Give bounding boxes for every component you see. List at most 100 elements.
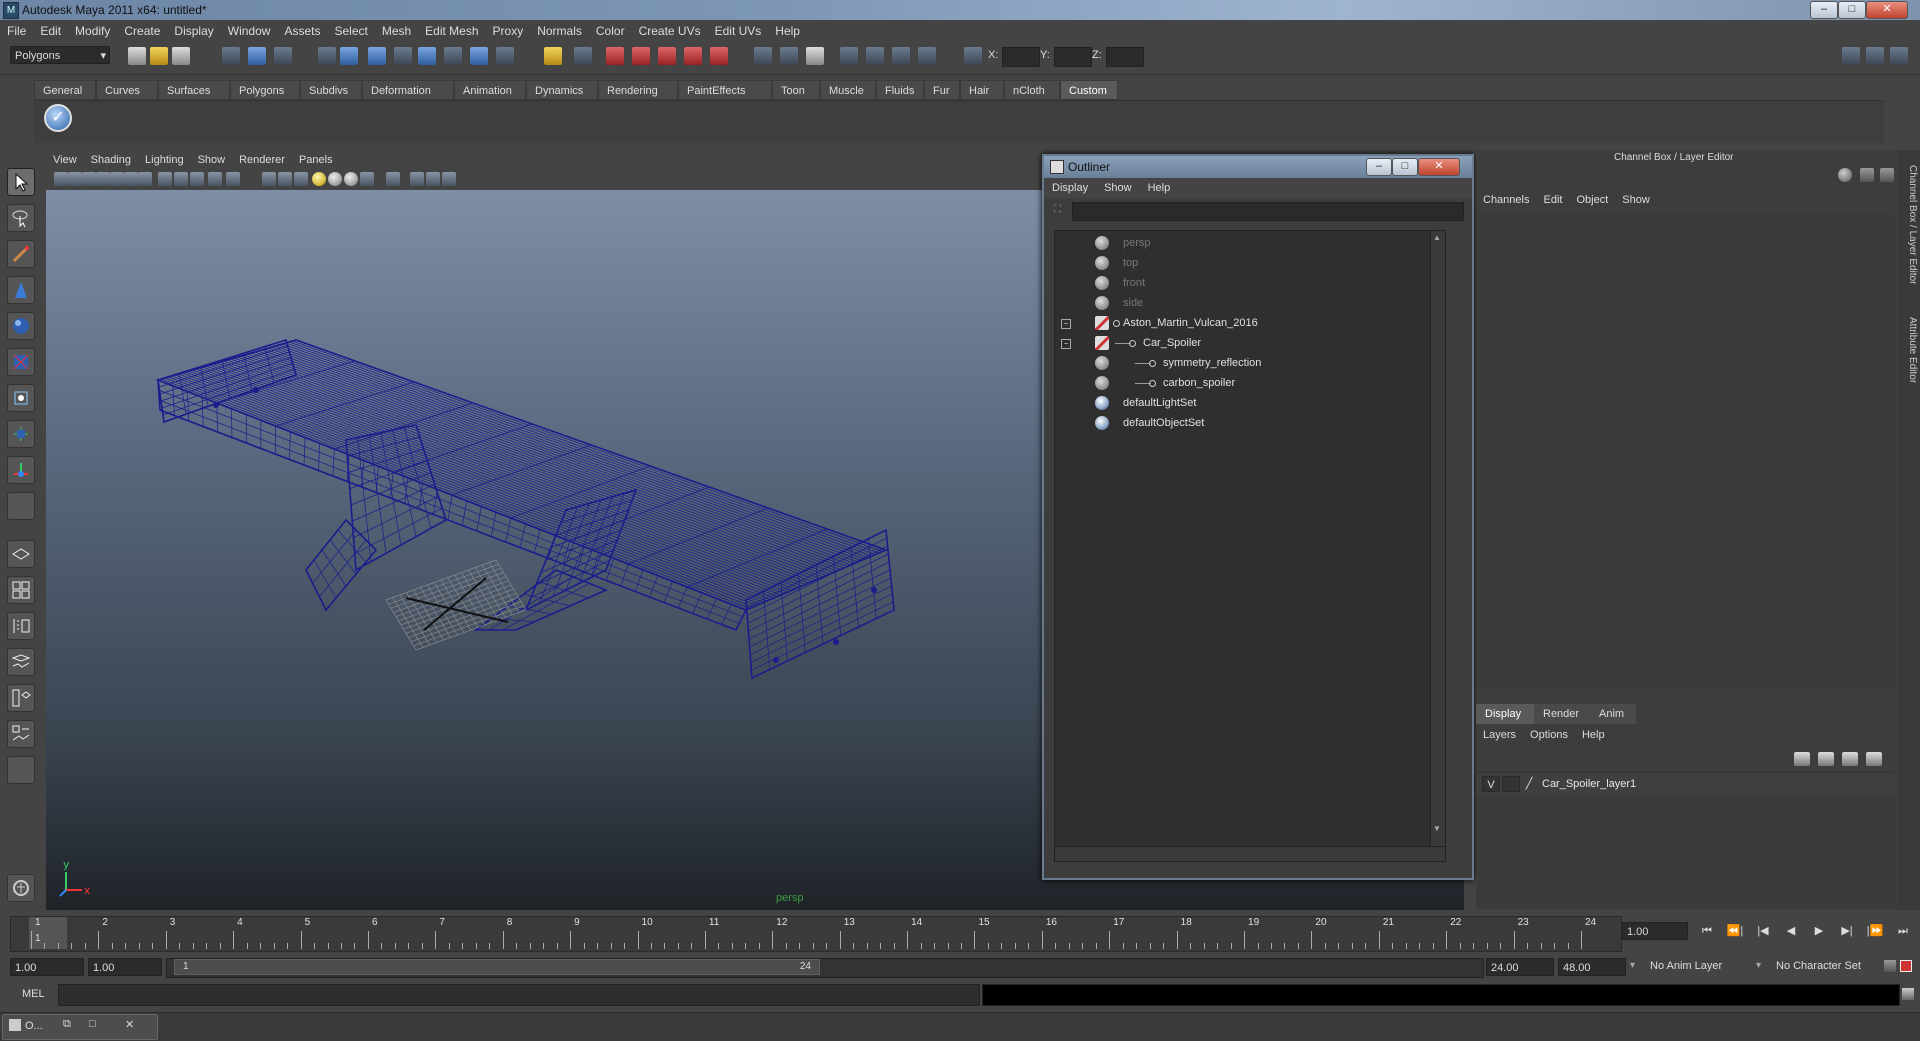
hud-icon[interactable] bbox=[226, 172, 240, 186]
shelf-tab-rendering[interactable]: Rendering bbox=[598, 80, 678, 100]
layer-tab-anim[interactable]: Anim bbox=[1590, 704, 1636, 724]
outliner-item-defaultlightset[interactable]: defaultLightSet bbox=[1055, 393, 1435, 413]
layer-menu-layers[interactable]: Layers bbox=[1476, 725, 1523, 745]
isolate-icon[interactable] bbox=[386, 172, 400, 186]
shelf-tab-dynamics[interactable]: Dynamics bbox=[526, 80, 598, 100]
minimize-button[interactable]: – bbox=[1810, 1, 1838, 19]
restore-icon[interactable]: ⧉ bbox=[63, 1018, 71, 1031]
quick-layout-icon[interactable] bbox=[7, 874, 35, 902]
four-pane-layout-icon[interactable] bbox=[7, 576, 35, 604]
field-chart-icon[interactable] bbox=[174, 172, 188, 186]
character-set-chevron-icon[interactable]: ▾ bbox=[1756, 960, 1761, 971]
outliner-item-persp[interactable]: persp bbox=[1055, 233, 1435, 253]
graph-editor-layout-icon[interactable] bbox=[7, 720, 35, 748]
viewport-menu-lighting[interactable]: Lighting bbox=[138, 150, 191, 170]
layer-tab-render[interactable]: Render bbox=[1534, 704, 1590, 724]
select-object-icon[interactable] bbox=[248, 47, 266, 65]
channel-menu-show[interactable]: Show bbox=[1615, 190, 1657, 210]
snap-curve-icon[interactable] bbox=[632, 47, 650, 65]
render-settings-icon[interactable] bbox=[918, 47, 936, 65]
range-slider-handle[interactable]: 1 24 bbox=[174, 959, 820, 975]
output-ops-icon[interactable] bbox=[780, 47, 798, 65]
attribute-editor-toggle-icon[interactable] bbox=[1866, 47, 1884, 65]
shelf-tab-muscle[interactable]: Muscle bbox=[820, 80, 876, 100]
layer-up-icon[interactable] bbox=[1794, 752, 1810, 766]
render-frame-icon[interactable] bbox=[866, 47, 884, 65]
layer-color-icon[interactable]: ╱ bbox=[1522, 776, 1536, 792]
joint-xray-icon[interactable] bbox=[410, 172, 424, 186]
key-icon[interactable] bbox=[1884, 960, 1896, 972]
layer-menu-options[interactable]: Options bbox=[1523, 725, 1575, 745]
shelf-tab-hair[interactable]: Hair bbox=[960, 80, 1004, 100]
show-manipulator-tool-icon[interactable] bbox=[7, 456, 35, 484]
time-slider[interactable]: 1234567891011121314151617181920212223241 bbox=[10, 916, 1622, 952]
menu-mesh[interactable]: Mesh bbox=[375, 20, 418, 42]
minimized-window[interactable]: O... ⧉ □ ✕ bbox=[2, 1014, 158, 1040]
go-to-start-icon[interactable]: ⏮ bbox=[1696, 922, 1718, 940]
outliner-menu-display[interactable]: Display bbox=[1044, 178, 1096, 198]
all-lights-icon[interactable] bbox=[328, 172, 342, 186]
lock-icon[interactable] bbox=[1860, 168, 1874, 182]
select-component-icon[interactable] bbox=[274, 47, 292, 65]
ipr-render-icon[interactable] bbox=[892, 47, 910, 65]
save-scene-icon[interactable] bbox=[172, 47, 190, 65]
checkmark-icon[interactable]: ✓ bbox=[44, 104, 72, 132]
wireframe-icon[interactable] bbox=[262, 172, 276, 186]
outliner-list[interactable]: ▲ ▼ persptopfrontside−Aston_Martin_Vulca… bbox=[1054, 230, 1446, 854]
command-input[interactable] bbox=[58, 984, 980, 1006]
channel-menu-edit[interactable]: Edit bbox=[1536, 190, 1569, 210]
anim-start-field[interactable]: 1.00 bbox=[10, 958, 84, 976]
outliner-horizontal-scrollbar[interactable] bbox=[1054, 846, 1446, 862]
mel-label[interactable]: MEL bbox=[22, 988, 45, 1000]
shelf-tab-subdivs[interactable]: Subdivs bbox=[300, 80, 362, 100]
lasso-tool-icon[interactable] bbox=[7, 204, 35, 232]
collapse-icon[interactable]: − bbox=[1061, 339, 1071, 349]
camera-select-icon[interactable] bbox=[54, 172, 68, 186]
select-deformations-icon[interactable] bbox=[418, 47, 436, 65]
textured-icon[interactable] bbox=[294, 172, 308, 186]
scroll-down-icon[interactable]: ▼ bbox=[1433, 824, 1441, 833]
resolution-gate-icon[interactable] bbox=[138, 172, 152, 186]
outliner-item-car-spoiler[interactable]: −Car_Spoiler bbox=[1055, 333, 1435, 353]
playback-end-field[interactable]: 24.00 bbox=[1486, 958, 1554, 976]
smooth-shade-icon[interactable] bbox=[278, 172, 292, 186]
maximize-icon[interactable]: □ bbox=[89, 1018, 96, 1030]
auto-key-icon[interactable] bbox=[1900, 960, 1912, 972]
play-forwards-icon[interactable]: ▶ bbox=[1808, 922, 1830, 940]
menu-select[interactable]: Select bbox=[327, 20, 374, 42]
viewport-menu-panels[interactable]: Panels bbox=[292, 150, 340, 170]
menu-proxy[interactable]: Proxy bbox=[486, 20, 531, 42]
side-tab-channel-box[interactable]: Channel Box / Layer Editor bbox=[1900, 160, 1918, 290]
y-field[interactable] bbox=[1054, 47, 1092, 67]
component-xray-icon[interactable] bbox=[426, 172, 440, 186]
xray-icon[interactable] bbox=[360, 172, 374, 186]
outliner-filter-input[interactable] bbox=[1072, 202, 1464, 221]
outliner-item-defaultobjectset[interactable]: defaultObjectSet bbox=[1055, 413, 1435, 433]
shelf-tab-curves[interactable]: Curves bbox=[96, 80, 158, 100]
outliner-item-symmetry-reflection[interactable]: symmetry_reflection bbox=[1055, 353, 1435, 373]
close-button[interactable]: ✕ bbox=[1866, 1, 1908, 19]
layer-row[interactable]: V ╱ Car_Spoiler_layer1 bbox=[1476, 773, 1894, 795]
viewport-menu-view[interactable]: View bbox=[46, 150, 84, 170]
outliner-maximize-button[interactable]: □ bbox=[1392, 158, 1418, 176]
lock-selection-icon[interactable] bbox=[544, 47, 562, 65]
manipulator-tool-icon[interactable] bbox=[7, 384, 35, 412]
shelf-tab-fur[interactable]: Fur bbox=[924, 80, 960, 100]
outliner-close-button[interactable]: ✕ bbox=[1418, 158, 1460, 176]
select-rendering-icon[interactable] bbox=[470, 47, 488, 65]
camera-tool-icon[interactable] bbox=[442, 172, 456, 186]
anim-end-field[interactable]: 48.00 bbox=[1558, 958, 1626, 976]
shelf-tab-general[interactable]: General bbox=[34, 80, 96, 100]
maximize-button[interactable]: □ bbox=[1838, 1, 1866, 19]
outliner-title-bar[interactable]: Outliner – □ ✕ bbox=[1044, 156, 1472, 178]
outliner-item-carbon-spoiler[interactable]: carbon_spoiler bbox=[1055, 373, 1435, 393]
shelf-tab-ncloth[interactable]: nCloth bbox=[1004, 80, 1060, 100]
layer-visibility-toggle[interactable]: V bbox=[1482, 776, 1500, 792]
script-editor-icon[interactable] bbox=[1902, 988, 1914, 1000]
menu-edit-mesh[interactable]: Edit Mesh bbox=[418, 20, 485, 42]
go-to-end-icon[interactable]: ⏭ bbox=[1892, 922, 1914, 940]
shelf-tab-deformation[interactable]: Deformation bbox=[362, 80, 454, 100]
outliner-item-top[interactable]: top bbox=[1055, 253, 1435, 273]
step-back-frame-icon[interactable]: |◀ bbox=[1752, 922, 1774, 940]
outliner-minimize-button[interactable]: – bbox=[1366, 158, 1392, 176]
